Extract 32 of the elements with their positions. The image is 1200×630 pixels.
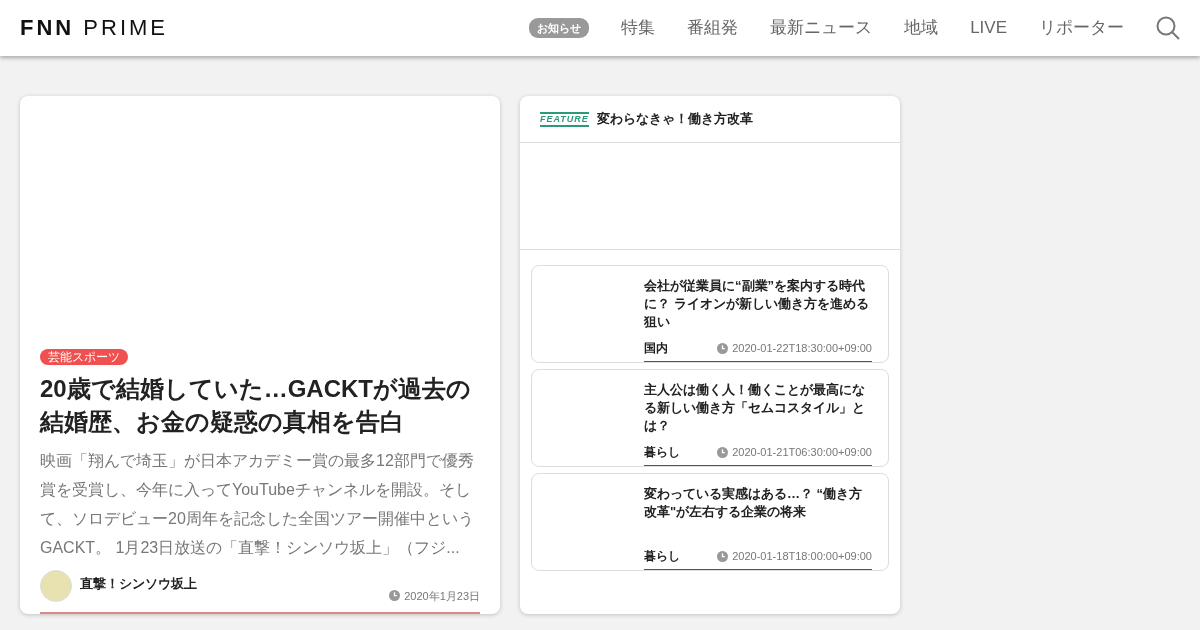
program-avatar [40, 569, 72, 602]
clock-icon [717, 342, 729, 354]
search-icon[interactable] [1156, 16, 1180, 40]
clock-icon [717, 446, 729, 458]
article-title[interactable]: 20歳で結婚していた…GACKTが過去の結婚歴、お金の疑惑の真相を告白 [40, 371, 480, 438]
article-title[interactable]: 主人公は働く人！働くことが最高になる新しい働き方「セムコスタイル」とは？ [644, 381, 872, 435]
clock-icon [717, 550, 729, 562]
nav-link[interactable]: 地域 [904, 15, 939, 41]
publish-date: 2020-01-18T18:00:00+09:00 [732, 548, 872, 564]
article-title[interactable]: 会社が従業員に“副業”を案内する時代に？ ライオンが新しい働き方を進める狙い [644, 277, 872, 331]
nav-link[interactable]: リポーター [1039, 15, 1124, 41]
program-name[interactable]: 直撃！シンソウ坂上 [80, 573, 197, 593]
category-label[interactable]: 暮らし [644, 547, 680, 565]
category-label[interactable]: 国内 [644, 339, 668, 357]
article-card[interactable]: 会社が従業員に“副業”を案内する時代に？ ライオンが新しい働き方を進める狙い 国内 2020-01-22T18:30:00+09:00 [531, 265, 889, 363]
category-label[interactable]: 暮らし [644, 443, 680, 461]
nav-link[interactable]: 特集 [621, 15, 656, 41]
publish-date: 2020-01-22T18:30:00+09:00 [732, 340, 872, 356]
site-logo[interactable]: FNN PRIME [20, 17, 168, 39]
publish-date: 2020-01-21T06:30:00+09:00 [732, 444, 872, 460]
publish-date: 2020年1月23日 [404, 588, 480, 604]
article-summary: 映画「翔んで埼玉」が日本アカデミー賞の最多12部門で優秀賞を受賞し、今年に入ってYouTubeチャンネルを開設。そして、ソロデビュー20周年を記念した全国ツアー開催中というGACKT。 1月23日放送の「直撃！シンソウ坂上」（フジ... [40, 450, 475, 558]
feature-title[interactable]: 変わらなきゃ！働き方改革 [596, 109, 753, 129]
category-tag[interactable]: 芸能スポーツ [40, 348, 128, 365]
nav-link[interactable]: 最新ニュース [770, 15, 873, 41]
feature-label: FEATURE [540, 111, 589, 127]
clock-icon [389, 590, 401, 602]
nav-link[interactable]: 番組発 [687, 15, 739, 41]
article-title[interactable]: 変わっている実感はある…？ “働き方改革"が左右する企業の将来 [644, 485, 872, 521]
article-card[interactable]: 主人公は働く人！働くことが最高になる新しい働き方「セムコスタイル」とは？ 暮らし 2020-01-21T06:30:00+09:00 [531, 369, 889, 467]
article-card[interactable]: 変わっている実感はある…？ “働き方改革"が左右する企業の将来 暮らし 2020-01-18T18:00:00+09:00 [531, 473, 889, 571]
nav-link[interactable]: LIVE [970, 15, 1007, 41]
